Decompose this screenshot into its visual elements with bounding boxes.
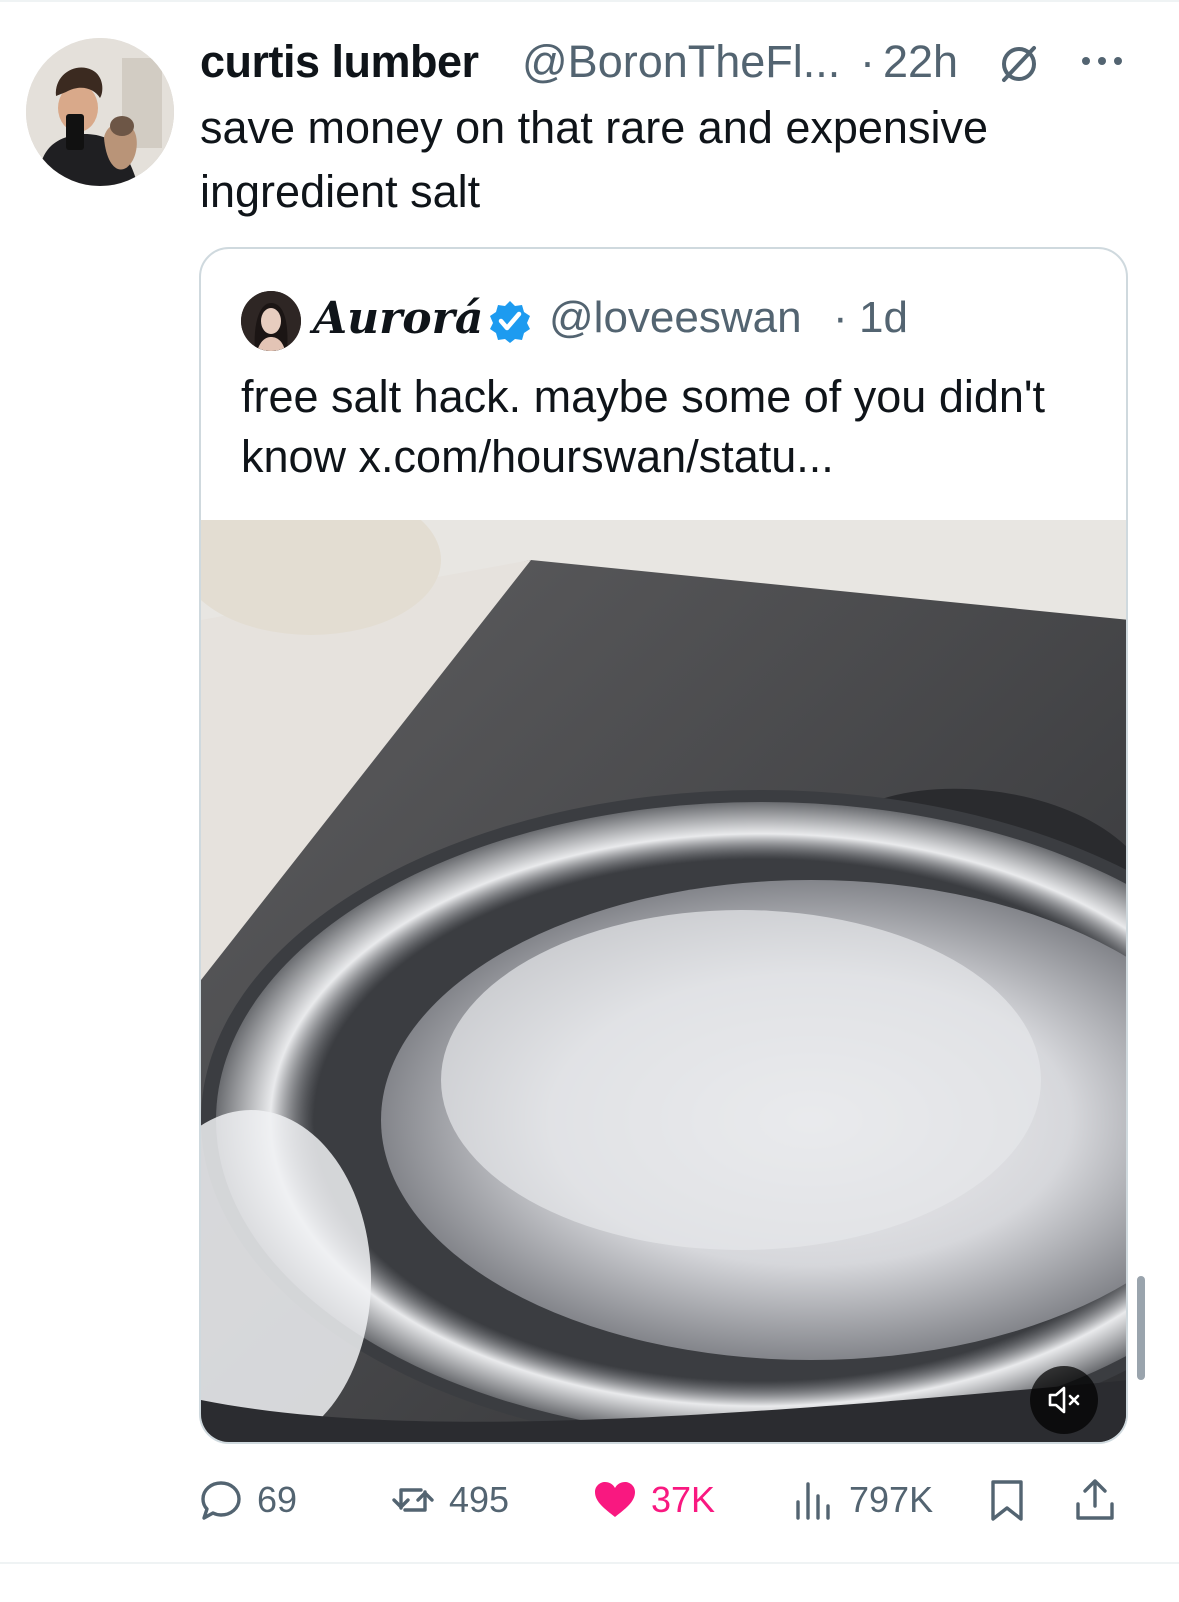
quoted-avatar-image xyxy=(241,291,301,351)
scrollbar[interactable] xyxy=(1137,1276,1145,1380)
quoted-author-name[interactable]: Aurorá xyxy=(313,293,483,344)
reply-count: 69 xyxy=(257,1479,298,1520)
heart-icon xyxy=(595,1482,635,1517)
more-icon[interactable] xyxy=(1078,46,1126,76)
avatar-image xyxy=(26,38,174,186)
quoted-separator-dot: · xyxy=(833,293,848,342)
bookmark-button[interactable] xyxy=(985,1470,1029,1530)
reply-button[interactable]: 69 xyxy=(199,1470,297,1530)
quoted-tweet[interactable]: Aurorá @loveeswan · 1d free salt hack. m… xyxy=(199,247,1128,1444)
mute-icon xyxy=(1048,1386,1080,1414)
tweet-time[interactable]: 22h xyxy=(883,36,958,88)
author-handle[interactable]: @BoronTheFl... xyxy=(522,36,840,88)
views-button[interactable]: 797K xyxy=(791,1470,933,1530)
quoted-video[interactable] xyxy=(201,520,1126,1442)
quoted-tweet-text: free salt hack. maybe some of you didn't… xyxy=(241,371,1046,482)
separator-dot: · xyxy=(860,36,875,87)
views-count: 797K xyxy=(849,1479,934,1520)
tweet-actions: 69 495 37K 797K xyxy=(199,1470,1129,1530)
bookmark-icon xyxy=(991,1480,1023,1521)
quoted-tweet-time[interactable]: 1d xyxy=(859,293,908,343)
reply-icon xyxy=(201,1481,241,1520)
like-button[interactable]: 37K xyxy=(593,1470,715,1530)
share-button[interactable] xyxy=(1073,1470,1117,1530)
tweet-header: curtis lumber @BoronTheFl... · 22h xyxy=(200,36,1160,88)
author-avatar[interactable] xyxy=(26,38,174,186)
tweet-text: save money on that rare and expensive in… xyxy=(200,102,988,217)
verified-icon xyxy=(490,301,530,343)
top-divider xyxy=(0,0,1179,2)
views-icon xyxy=(796,1482,830,1520)
repost-icon xyxy=(392,1488,434,1512)
translate-icon[interactable] xyxy=(996,40,1042,86)
mute-button[interactable] xyxy=(1030,1366,1098,1434)
video-frame xyxy=(201,520,1126,1442)
quoted-author-handle[interactable]: @loveeswan xyxy=(549,293,802,343)
bottom-divider xyxy=(0,1562,1179,1564)
like-count: 37K xyxy=(651,1479,716,1520)
author-name[interactable]: curtis lumber xyxy=(200,36,479,88)
repost-count: 495 xyxy=(449,1479,510,1520)
share-icon xyxy=(1076,1479,1114,1520)
repost-button[interactable]: 495 xyxy=(391,1470,509,1530)
quoted-author-avatar[interactable] xyxy=(241,291,301,351)
